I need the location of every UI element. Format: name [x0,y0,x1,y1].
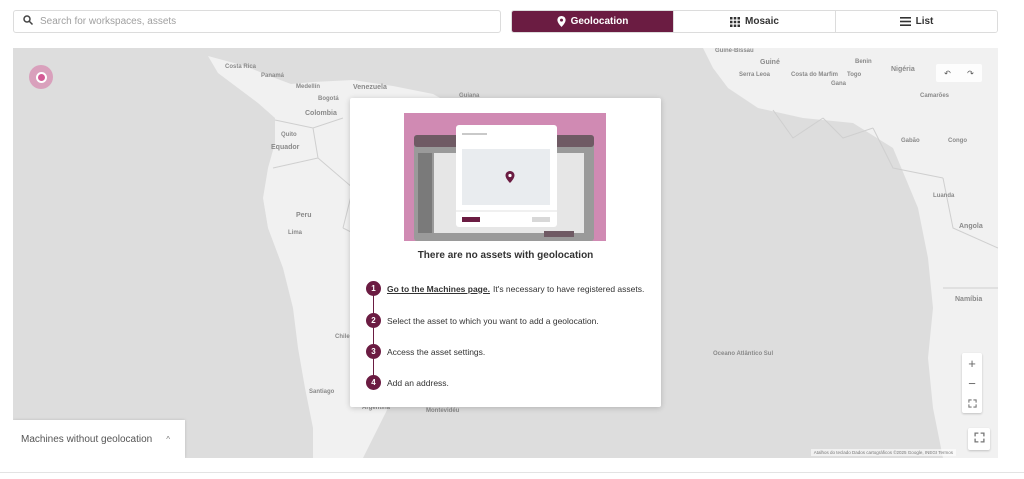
step-3: 3 Access the asset settings. [366,344,485,359]
geolocation-view-button[interactable]: Geolocation [512,11,673,32]
steps-connector [373,288,374,380]
map-label: Santiago [309,389,335,395]
step-text: Access the asset settings. [387,346,486,357]
map-label: Lima [288,230,303,236]
zoom-controls: + − [962,353,982,413]
map-label: Venezuela [353,84,387,91]
map-label: Oceano Atlântico Sul [713,351,774,357]
current-location-marker[interactable] [29,65,53,89]
map-label: Togo [847,72,862,78]
step-number: 2 [366,313,381,328]
zoom-in-button[interactable]: + [968,356,976,371]
list-icon [899,17,911,26]
step-number: 4 [366,375,381,390]
step-text: Select the asset to which you want to ad… [387,315,599,326]
step-text: Add an address. [387,377,449,388]
step-4: 4 Add an address. [366,375,449,390]
map-label: Quito [281,132,297,138]
fullscreen-button[interactable] [968,428,990,450]
step-text: It's necessary to have registered assets… [492,283,645,294]
map-label: Guiné [760,59,780,66]
map-label: Congo [948,138,967,144]
map-label: Panamá [261,73,285,79]
search-box[interactable] [13,10,501,33]
step-1: 1 Go to the Machines page. It's necessar… [366,281,644,296]
undo-icon[interactable]: ↶ [944,69,951,78]
street-view-icon[interactable] [967,396,977,411]
zoom-out-button[interactable]: − [968,376,976,391]
map-label: Camarões [920,93,950,99]
map-label: Luanda [933,193,955,199]
map-label: Peru [296,212,312,219]
machines-without-geolocation-panel[interactable]: Machines without geolocation ^ [13,420,185,458]
map-type-control[interactable]: ↶ ↷ [936,64,982,82]
chevron-up-icon[interactable]: ^ [166,435,170,444]
map-label: Costa do Marfim [791,72,839,78]
empty-state-illustration [404,113,606,241]
map-label: Costa Rica [225,64,257,70]
map-label: Medellín [296,84,321,90]
map-label: Nigéria [891,66,915,73]
map-label: Colombia [305,110,337,117]
mosaic-label: Mosaic [745,16,779,27]
list-view-button[interactable]: List [835,11,997,32]
search-icon [22,13,34,31]
redo-icon[interactable]: ↷ [967,69,974,78]
empty-state-title: There are no assets with geolocation [417,250,594,261]
view-toggle: Geolocation Mosaic List [511,10,998,33]
map-label: Chile [335,334,350,340]
map-attribution[interactable]: Atalhos do teclado Dados cartográficos ©… [810,449,956,456]
location-pin-icon [556,16,566,27]
map-label: Montevidéu [426,408,460,414]
step-2: 2 Select the asset to which you want to … [366,313,599,328]
step-number: 1 [366,281,381,296]
search-input[interactable] [40,16,480,27]
map-label: Gabão [901,138,920,144]
map-label: Angola [959,223,983,230]
mosaic-view-button[interactable]: Mosaic [673,11,835,32]
machines-page-link[interactable]: Go to the Machines page. [387,284,490,294]
step-number: 3 [366,344,381,359]
map-label: Benin [855,59,872,65]
map-label: Guiné-Bissau [715,48,754,54]
map-label: Namíbia [955,296,983,303]
list-label: List [915,16,934,27]
machines-without-geolocation-label: Machines without geolocation [21,433,153,445]
grid-icon [730,16,741,27]
map-label: Gana [831,81,847,87]
map-label: Bogotá [318,96,339,102]
divider [0,472,1024,473]
map-label: Serra Leoa [739,72,771,78]
fullscreen-icon [973,430,985,448]
map-label: Equador [271,144,300,151]
empty-state-card: There are no assets with geolocation 1 G… [350,98,661,407]
geolocation-label: Geolocation [570,16,629,27]
